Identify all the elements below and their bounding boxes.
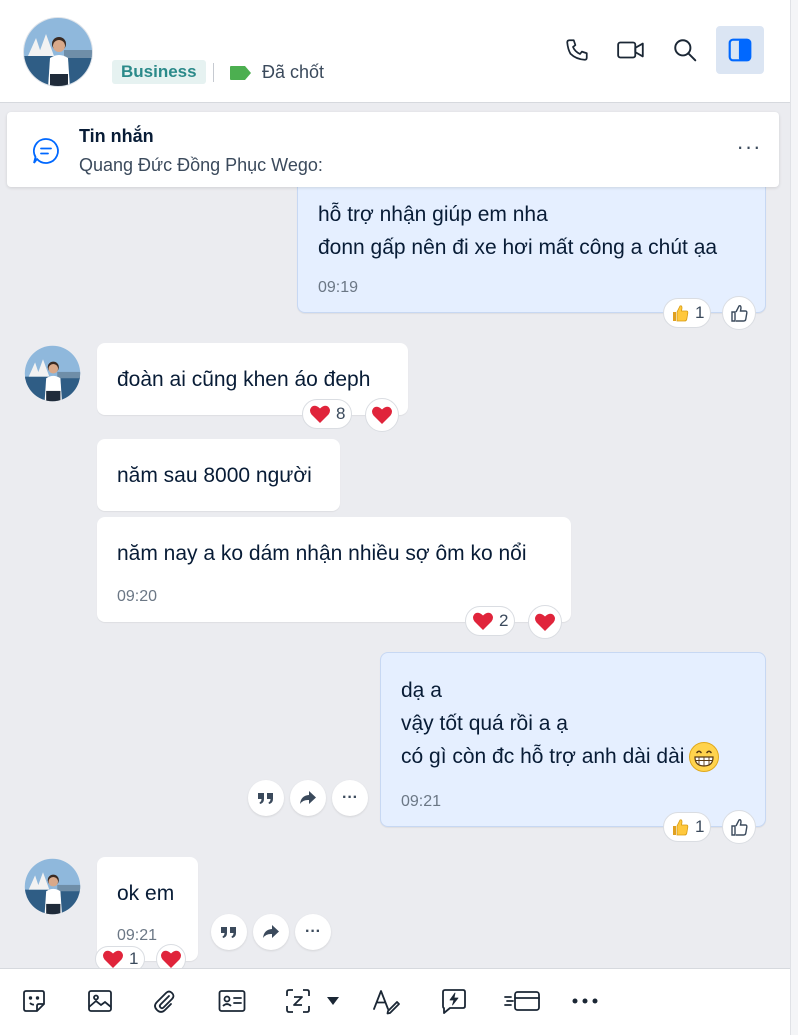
- reaction-count: 8: [336, 404, 346, 423]
- heart-emoji-icon: [473, 612, 493, 630]
- pinned-message-bar[interactable]: Tin nhắn Quang Đức Đồng Phục Wego: ···: [7, 112, 779, 187]
- quote-icon: [258, 793, 273, 804]
- reaction-summary[interactable]: 1: [663, 812, 712, 842]
- forward-icon: [263, 925, 279, 938]
- conversation-info-toggle[interactable]: [716, 26, 764, 74]
- screenshot-options-dropdown[interactable]: [316, 983, 350, 1019]
- message-time: 09:19: [318, 279, 359, 296]
- more-options-button[interactable]: [565, 983, 605, 1019]
- heart-emoji-icon: [372, 406, 392, 424]
- quick-message-button[interactable]: [434, 983, 474, 1019]
- image-button[interactable]: [80, 983, 120, 1019]
- reaction-summary[interactable]: 1: [663, 298, 712, 328]
- tag-icon: [230, 65, 251, 80]
- heart-emoji-icon: [103, 950, 123, 968]
- forward-button[interactable]: [253, 914, 289, 950]
- quote-button[interactable]: [211, 914, 247, 950]
- reaction-count: 1: [695, 817, 705, 836]
- like-outline-icon: [731, 305, 748, 322]
- sender-avatar[interactable]: [24, 858, 81, 915]
- payment-button[interactable]: [500, 983, 544, 1019]
- quick-message-icon: [442, 989, 466, 1014]
- sidebar-toggle-icon: [728, 38, 752, 62]
- more-icon: [572, 998, 598, 1004]
- reaction-count: 2: [499, 611, 509, 630]
- video-call-icon: [617, 41, 644, 59]
- business-badge: Business: [112, 60, 206, 84]
- forward-icon: [300, 791, 316, 804]
- search-button[interactable]: [661, 26, 709, 74]
- pinned-title: Tin nhắn: [79, 126, 154, 146]
- heart-emoji-icon: [535, 613, 555, 631]
- message-time: 09:20: [117, 588, 158, 605]
- pinned-more-button[interactable]: ···: [731, 134, 767, 164]
- tag-divider: [213, 63, 214, 82]
- message-text: năm nay a ko dám nhận nhiều sợ ôm ko nổi: [117, 542, 527, 565]
- voice-call-button[interactable]: [553, 26, 601, 74]
- message-text: đoàn ai cũng khen áo đeph: [117, 368, 371, 391]
- contact-card-button[interactable]: [212, 983, 252, 1019]
- message-text: vậy tốt quá rồi a ạ: [401, 712, 568, 735]
- message-bubble-incoming[interactable]: năm sau 8000 người: [97, 439, 340, 511]
- forward-button[interactable]: [290, 780, 326, 816]
- text-format-button[interactable]: [366, 983, 406, 1019]
- heart-emoji-icon: [161, 950, 181, 968]
- screenshot-button[interactable]: [278, 983, 318, 1019]
- reaction-summary[interactable]: 8: [302, 399, 353, 429]
- quote-icon: [221, 927, 236, 938]
- react-button[interactable]: [722, 810, 756, 844]
- thumbs-up-emoji-icon: [673, 305, 689, 322]
- sticker-icon: [23, 990, 45, 1012]
- reaction-summary[interactable]: 2: [465, 606, 516, 636]
- contact-avatar[interactable]: [22, 16, 94, 88]
- message-text: có gì còn đc hỗ trợ anh dài dài: [401, 745, 685, 768]
- message-bubble-incoming[interactable]: đoàn ai cũng khen áo đeph: [97, 343, 408, 415]
- message-bubble-outgoing[interactable]: dạ a vậy tốt quá rồi a ạ có gì còn đc hỗ…: [380, 652, 766, 827]
- conversation-tag[interactable]: Đã chốt: [229, 62, 324, 83]
- message-text: năm sau 8000 người: [117, 464, 312, 487]
- reaction-count: 1: [129, 949, 139, 968]
- more-actions-button[interactable]: ···: [332, 780, 368, 816]
- react-button[interactable]: [722, 296, 756, 330]
- attach-file-button[interactable]: [144, 983, 184, 1019]
- message-time: 09:21: [401, 793, 442, 810]
- reaction-count: 1: [695, 303, 705, 322]
- composer-toolbar: [0, 968, 790, 1035]
- more-actions-button[interactable]: ···: [295, 914, 331, 950]
- thumbs-up-emoji-icon: [673, 819, 689, 836]
- format-text-icon: [373, 990, 400, 1015]
- payment-card-icon: [504, 991, 540, 1011]
- attachment-icon: [154, 990, 175, 1013]
- grinning-emoji-icon: [689, 741, 720, 772]
- phone-icon: [566, 39, 588, 61]
- dropdown-icon: [327, 997, 339, 1005]
- react-button[interactable]: [365, 398, 399, 432]
- more-icon: ···: [342, 789, 358, 806]
- video-call-button[interactable]: [607, 26, 655, 74]
- sticker-button[interactable]: [14, 983, 54, 1019]
- quote-button[interactable]: [248, 780, 284, 816]
- message-text: đonn gấp nên đi xe hơi mất công a chút ạ…: [318, 236, 718, 259]
- message-text: ok em: [117, 882, 175, 905]
- message-text: dạ a: [401, 679, 442, 702]
- scrollbar[interactable]: [790, 0, 798, 1035]
- screenshot-icon: [286, 989, 310, 1013]
- more-icon: ···: [305, 923, 321, 940]
- like-outline-icon: [731, 819, 748, 836]
- search-icon: [674, 39, 697, 62]
- heart-emoji-icon: [310, 405, 330, 423]
- sender-avatar[interactable]: [24, 345, 81, 402]
- conversation-tag-label: Đã chốt: [262, 62, 325, 82]
- contact-card-icon: [218, 990, 246, 1012]
- message-text: hỗ trợ nhận giúp em nha: [318, 203, 548, 226]
- chat-header: Business Đã chốt: [0, 0, 790, 103]
- image-icon: [88, 990, 112, 1012]
- react-button[interactable]: [528, 605, 562, 639]
- message-icon: [33, 138, 59, 164]
- pinned-sender: Quang Đức Đồng Phục Wego:: [79, 155, 323, 175]
